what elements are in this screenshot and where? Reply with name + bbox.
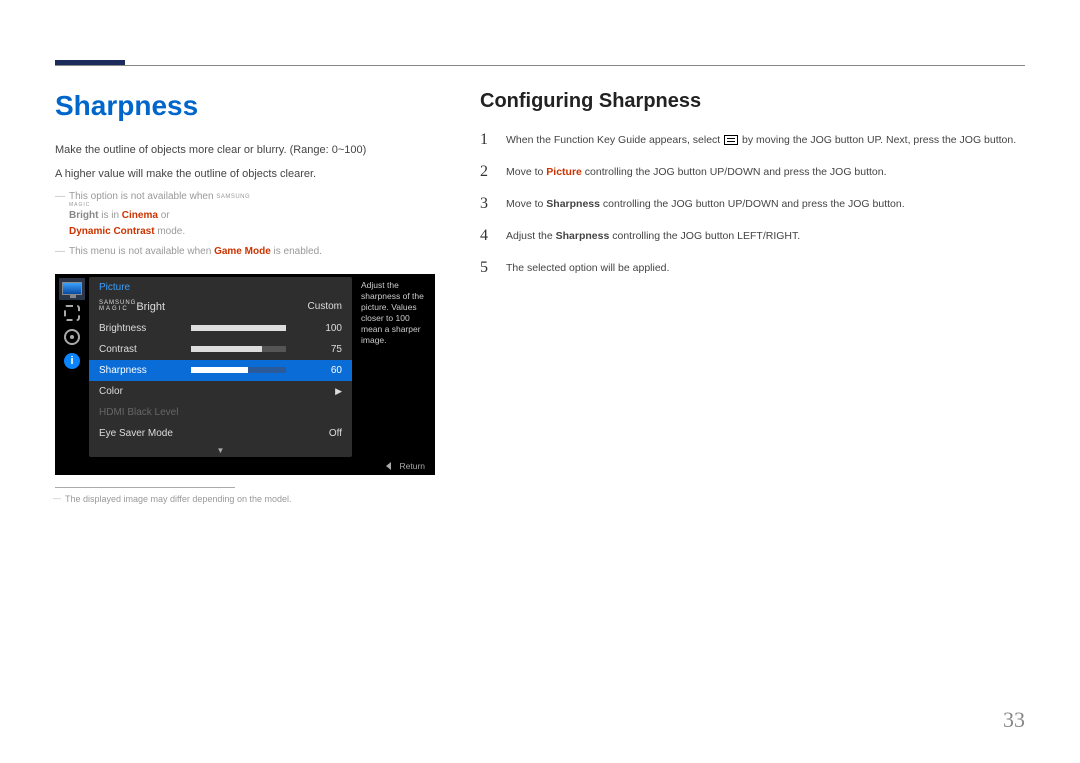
magicbright-label: SAMSUNGMAGICBright (99, 301, 191, 313)
sharpness-value: 60 (294, 365, 342, 376)
osd-row-magicbright: SAMSUNGMAGICBright Custom (89, 296, 352, 318)
bright-text: Bright (69, 210, 98, 221)
step-3-text: Move to Sharpness controlling the JOG bu… (506, 195, 1025, 213)
step-1: 1 When the Function Key Guide appears, s… (480, 131, 1025, 149)
step-5-text: The selected option will be applied. (506, 259, 1025, 277)
step-2: 2 Move to Picture controlling the JOG bu… (480, 163, 1025, 181)
top-rule (55, 65, 1025, 66)
top-accent-bar (55, 60, 125, 65)
page-number: 33 (1003, 707, 1025, 733)
osd-main-panel: Picture SAMSUNGMAGICBright Custom Bright… (89, 277, 352, 457)
osd-row-eye-saver: Eye Saver Mode Off (89, 423, 352, 444)
left-column: Sharpness Make the outline of objects mo… (55, 90, 435, 504)
return-arrow-icon (386, 462, 391, 470)
gear-icon (59, 326, 85, 348)
sharpness-label: Sharpness (99, 365, 191, 376)
section-title: Sharpness (55, 90, 435, 122)
configuring-title: Configuring Sharpness (480, 90, 1025, 113)
osd-footer: Return (55, 457, 435, 473)
step-4: 4 Adjust the Sharpness controlling the J… (480, 227, 1025, 245)
footnote-rule (55, 487, 235, 488)
magicbright-value: Custom (294, 301, 342, 312)
note1-pre: This option is not available when (69, 191, 216, 202)
hdmi-label: HDMI Black Level (99, 407, 178, 418)
contrast-label: Contrast (99, 344, 191, 355)
sharpness-slider (191, 367, 286, 373)
step-4-text: Adjust the Sharpness controlling the JOG… (506, 227, 1025, 245)
eyesaver-value: Off (294, 428, 342, 439)
color-arrow-icon: ▶ (294, 386, 342, 397)
description-1: Make the outline of objects more clear o… (55, 142, 435, 160)
step-4-number: 4 (480, 227, 506, 245)
brightness-label: Brightness (99, 323, 191, 334)
eyesaver-label: Eye Saver Mode (99, 428, 191, 439)
note-game-mode: This menu is not available when Game Mod… (69, 244, 435, 260)
footnote-text: The displayed image may differ depending… (65, 494, 435, 504)
return-label: Return (399, 461, 425, 471)
step-1-text: When the Function Key Guide appears, sel… (506, 131, 1025, 149)
color-label: Color (99, 386, 191, 397)
osd-tooltip: Adjust the sharpness of the picture. Val… (355, 274, 435, 457)
cinema-text: Cinema (122, 210, 158, 221)
step-5: 5 The selected option will be applied. (480, 259, 1025, 277)
note1-end: mode. (155, 226, 186, 237)
scroll-down-icon: ▼ (89, 444, 352, 457)
step-2-number: 2 (480, 163, 506, 181)
step-2-text: Move to Picture controlling the JOG butt… (506, 163, 1025, 181)
description-2: A higher value will make the outline of … (55, 166, 435, 184)
osd-body: i Picture SAMSUNGMAGICBright Custom Brig… (55, 274, 435, 457)
monitor-icon (59, 278, 85, 300)
osd-row-sharpness: Sharpness 60 (89, 360, 352, 381)
content-columns: Sharpness Make the outline of objects mo… (55, 90, 1025, 504)
osd-sidebar: i (55, 274, 89, 457)
info-icon: i (59, 350, 85, 372)
step-1-number: 1 (480, 131, 506, 149)
step-5-number: 5 (480, 259, 506, 277)
note1-mid: is in (98, 210, 121, 221)
note2-end: is enabled. (271, 246, 322, 257)
osd-row-color: Color ▶ (89, 381, 352, 402)
game-mode-text: Game Mode (214, 246, 271, 257)
osd-row-brightness: Brightness 100 (89, 318, 352, 339)
note2-pre: This menu is not available when (69, 246, 214, 257)
osd-header: Picture (89, 277, 352, 296)
osd-row-contrast: Contrast 75 (89, 339, 352, 360)
step-3: 3 Move to Sharpness controlling the JOG … (480, 195, 1025, 213)
brightness-value: 100 (294, 323, 342, 334)
osd-menu-screenshot: i Picture SAMSUNGMAGICBright Custom Brig… (55, 274, 435, 475)
note-magic-bright: This option is not available when SAMSUN… (69, 189, 435, 240)
brightness-slider (191, 325, 286, 331)
dynamic-contrast-text: Dynamic Contrast (69, 226, 155, 237)
note1-or: or (158, 210, 170, 221)
step-3-number: 3 (480, 195, 506, 213)
contrast-value: 75 (294, 344, 342, 355)
contrast-slider (191, 346, 286, 352)
right-column: Configuring Sharpness 1 When the Functio… (480, 90, 1025, 504)
osd-row-hdmi-black-level: HDMI Black Level (89, 402, 352, 423)
frame-icon (59, 302, 85, 324)
menu-icon (724, 135, 738, 145)
